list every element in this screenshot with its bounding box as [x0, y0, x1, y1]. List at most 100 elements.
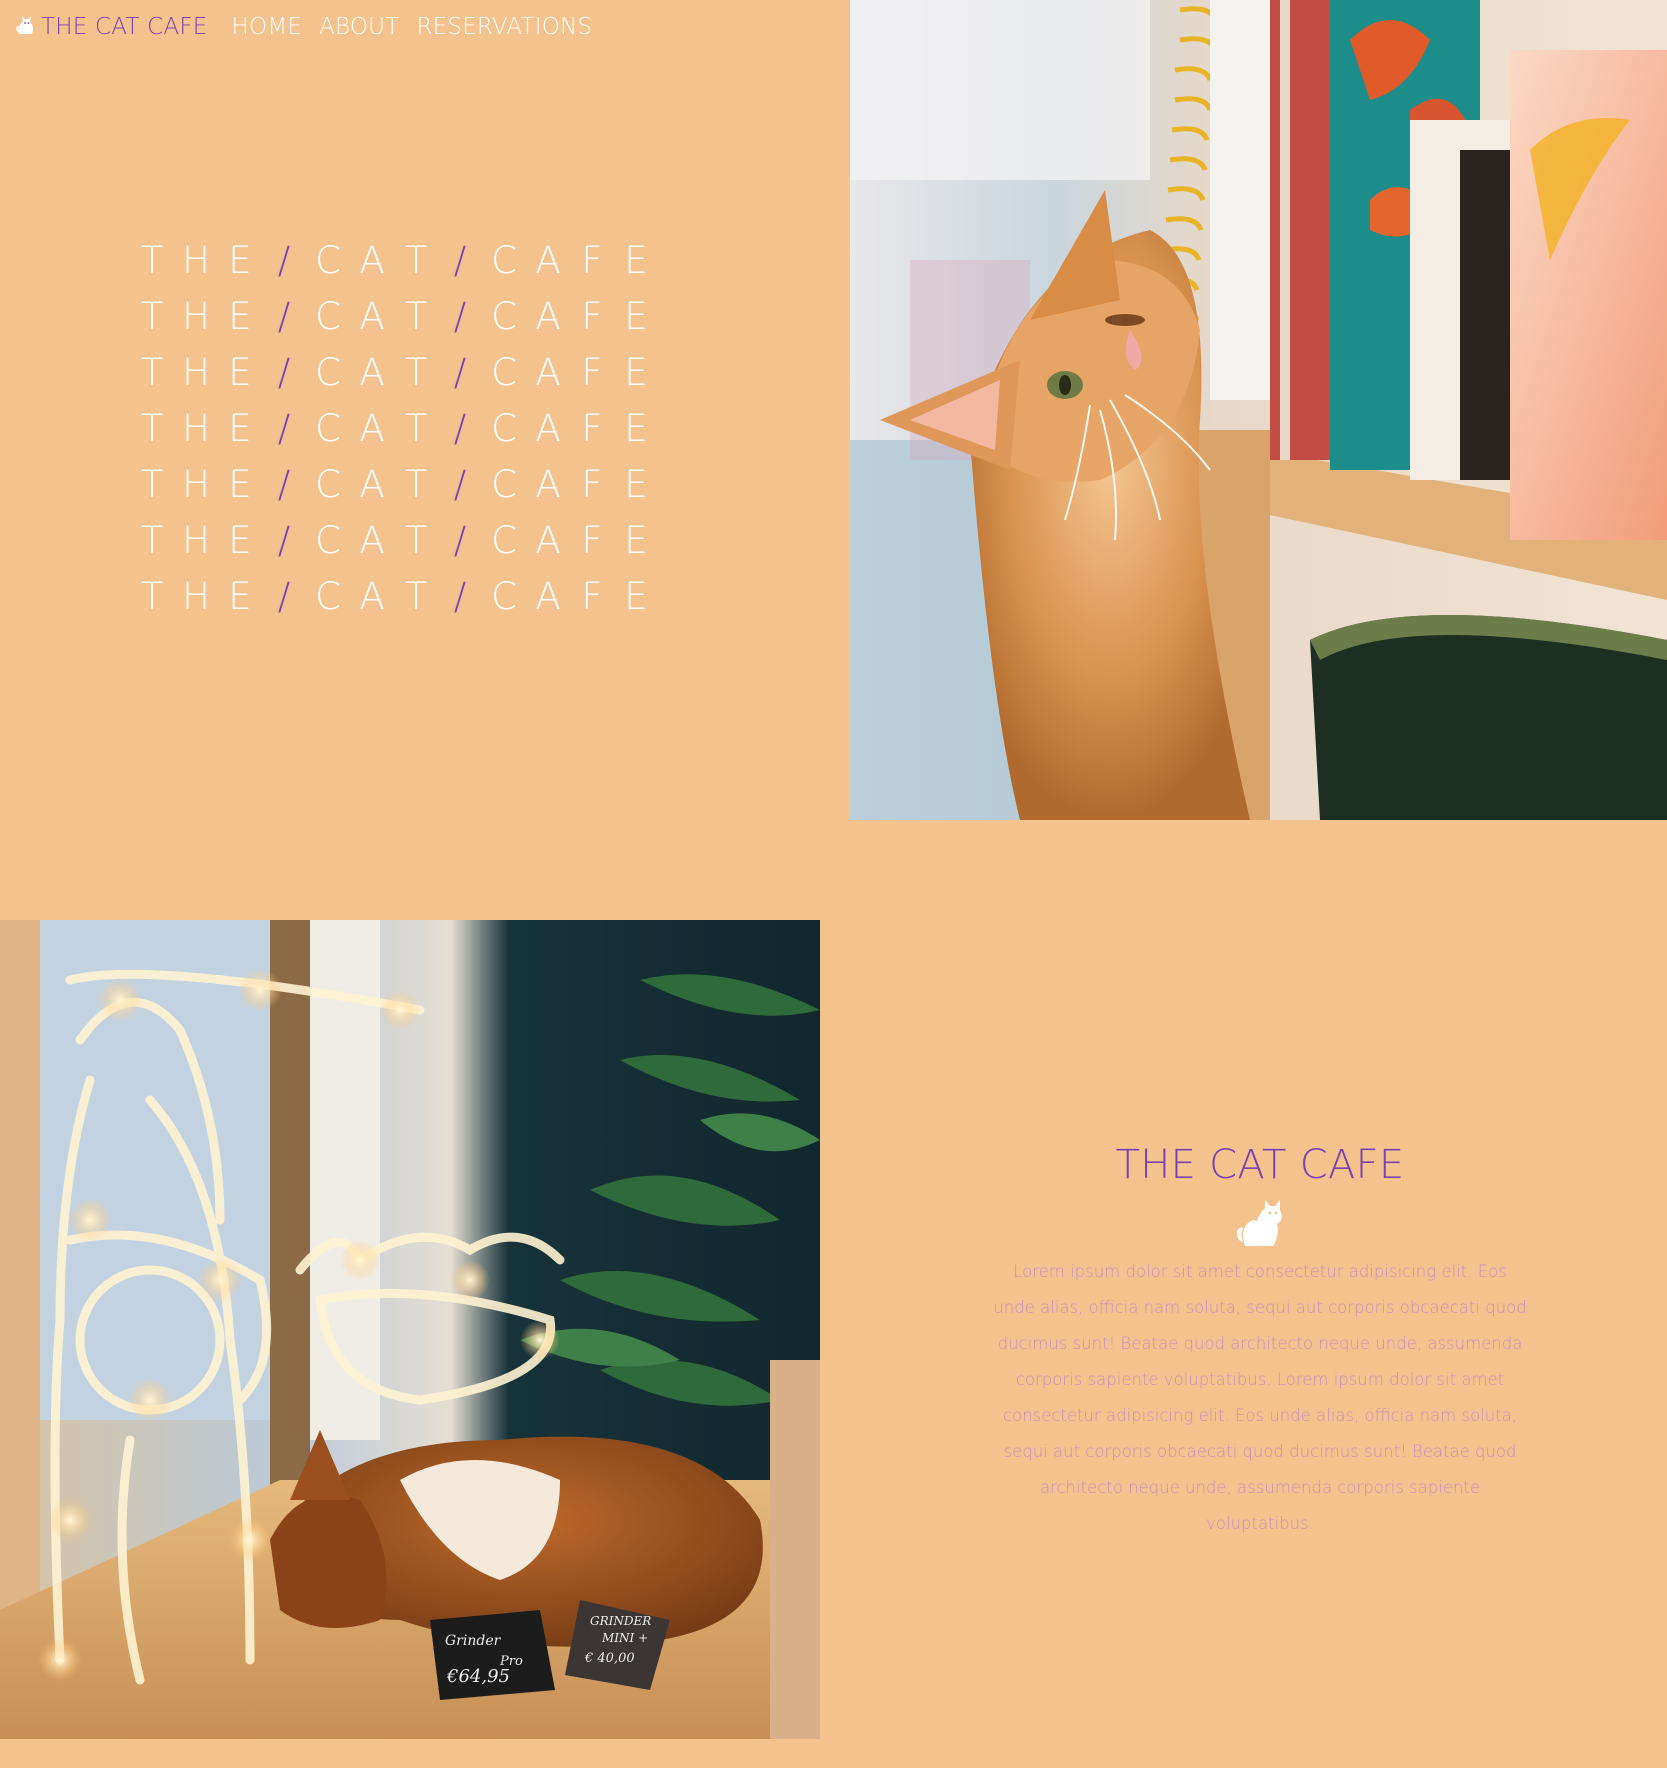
hero-letter: E [228, 350, 252, 394]
hero-letter: E [624, 518, 648, 562]
hero-letter: C [491, 350, 517, 394]
page: THE CAT CAFE HOME ABOUT RESERVATIONS THE… [0, 0, 1667, 1768]
hero-separator: / [277, 518, 291, 562]
hero-letter: A [535, 294, 561, 338]
hero-letter: T [140, 238, 164, 282]
hero-letter: A [359, 462, 385, 506]
hero-letter: H [182, 350, 210, 394]
hero-letter: A [535, 462, 561, 506]
hero-letter: C [315, 294, 341, 338]
hero-separator: / [453, 350, 467, 394]
hero-letter: T [404, 406, 428, 450]
hero-letter: A [535, 238, 561, 282]
hero-title-line: T H E / C A T / C A F E [130, 400, 690, 456]
hero-letter: A [359, 294, 385, 338]
hero-separator: / [277, 238, 291, 282]
hero-letter: T [140, 350, 164, 394]
hero-title-line: T H E / C A T / C A F E [130, 344, 690, 400]
hero-separator: / [453, 518, 467, 562]
hero-title-line: T H E / C A T / C A F E [130, 288, 690, 344]
top-nav: THE CAT CAFE HOME ABOUT RESERVATIONS [16, 10, 609, 44]
about-text: Lorem ipsum dolor sit amet consectetur a… [993, 1262, 1527, 1533]
hero-letter: T [404, 574, 428, 618]
hero-letter: C [491, 462, 517, 506]
hero-letter: T [140, 406, 164, 450]
hero-letter: E [228, 238, 252, 282]
hero-letter: A [359, 518, 385, 562]
hero-separator: / [453, 574, 467, 618]
hero-letter: T [404, 238, 428, 282]
hero-letter: C [491, 238, 517, 282]
hero-title-line: T H E / C A T / C A F E [130, 512, 690, 568]
hero-letter: H [182, 238, 210, 282]
hero-letter: T [140, 462, 164, 506]
hero-letter: C [491, 574, 517, 618]
hero-letter: E [624, 294, 648, 338]
hero-separator: / [277, 294, 291, 338]
hero-letter: H [182, 462, 210, 506]
hero-letter: C [315, 238, 341, 282]
hero-letter: H [182, 294, 210, 338]
about-section: THE CAT CAFE Lorem ipsum dolor sit amet … [990, 1140, 1530, 1542]
about-title: THE CAT CAFE [1115, 1142, 1405, 1188]
sign2-text-line2: MINI + [601, 1631, 648, 1645]
hero-letter: F [581, 574, 603, 618]
hero-letter: C [315, 406, 341, 450]
hero-letter: C [315, 574, 341, 618]
nav-link-reservations[interactable]: RESERVATIONS [416, 14, 592, 40]
hero-letter: T [404, 350, 428, 394]
hero-letter: F [581, 294, 603, 338]
hero-letter: A [535, 350, 561, 394]
hero-letter: F [581, 406, 603, 450]
hero-letter: T [140, 574, 164, 618]
hero-letter: C [491, 294, 517, 338]
hero-letter: T [404, 462, 428, 506]
hero-letter: F [581, 350, 603, 394]
hero-letter: A [359, 350, 385, 394]
cat-sleeping-by-lights-photo: Grinder Pro €64,95 GRINDER MINI + € 40,0… [0, 920, 820, 1739]
hero-separator: / [277, 462, 291, 506]
hero-letter: E [228, 294, 252, 338]
hero-letter: A [359, 574, 385, 618]
hero-title-block: T H E / C A T / C A F E T H E / C A T / C A F E T H E / C A T / C A F E T H E /… [130, 232, 690, 624]
hero-letter: A [359, 238, 385, 282]
cat-icon [990, 1196, 1530, 1248]
cat-icon [16, 13, 36, 41]
nav-link-home[interactable]: HOME [232, 14, 303, 40]
hero-letter: E [228, 406, 252, 450]
sign1-text-line1: Grinder [445, 1633, 502, 1649]
hero-letter: A [535, 406, 561, 450]
brand-link[interactable]: THE CAT CAFE [16, 13, 208, 41]
sign1-price: €64,95 [446, 1666, 510, 1687]
hero-letter: E [228, 574, 252, 618]
hero-separator: / [277, 350, 291, 394]
hero-letter: C [315, 350, 341, 394]
hero-letter: F [581, 462, 603, 506]
hero-letter: C [491, 406, 517, 450]
hero-letter: H [182, 518, 210, 562]
hero-separator: / [453, 462, 467, 506]
hero-separator: / [277, 406, 291, 450]
hero-letter: E [624, 462, 648, 506]
cat-rubbing-notebook-photo [850, 0, 1667, 820]
hero-separator: / [453, 238, 467, 282]
hero-letter: F [581, 518, 603, 562]
hero-letter: E [624, 350, 648, 394]
hero-letter: H [182, 574, 210, 618]
hero-letter: H [182, 406, 210, 450]
hero-letter: A [359, 406, 385, 450]
brand-label: THE CAT CAFE [41, 14, 208, 40]
hero-title-line: T H E / C A T / C A F E [130, 456, 690, 512]
sign2-price: € 40,00 [584, 1651, 635, 1666]
hero-letter: T [404, 294, 428, 338]
nav-link-about[interactable]: ABOUT [319, 14, 399, 40]
hero-letter: C [491, 518, 517, 562]
hero-letter: E [624, 238, 648, 282]
hero-letter: E [228, 518, 252, 562]
hero-letter: E [624, 406, 648, 450]
hero-letter: T [140, 294, 164, 338]
hero-separator: / [277, 574, 291, 618]
hero-separator: / [453, 294, 467, 338]
hero-letter: C [315, 462, 341, 506]
hero-letter: A [535, 518, 561, 562]
